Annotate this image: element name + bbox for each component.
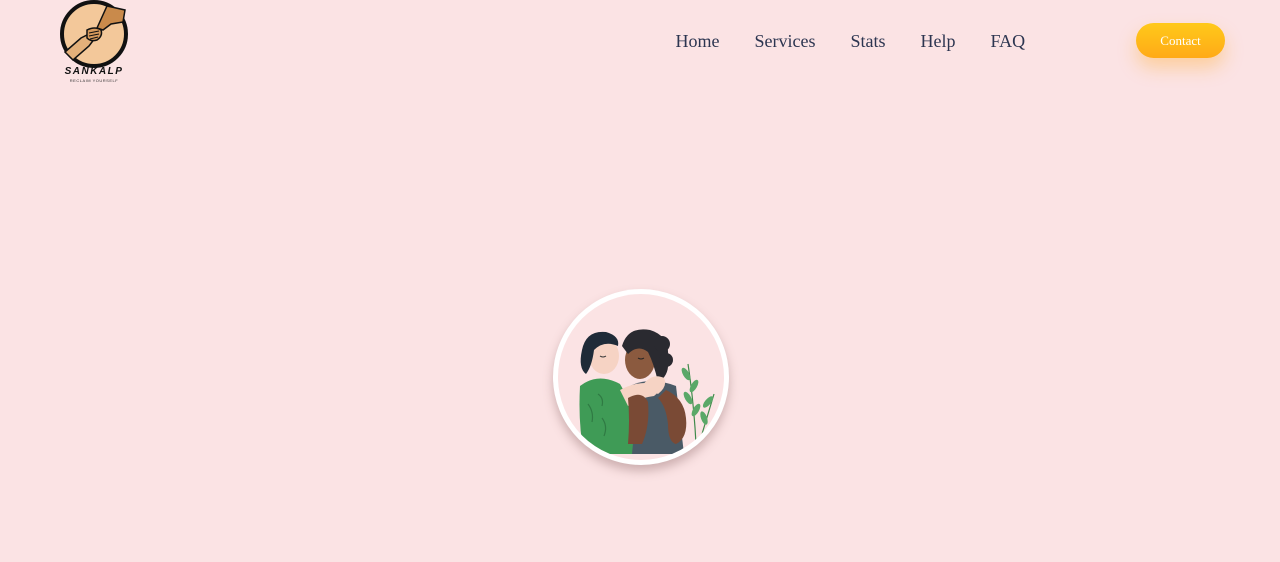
brand-logo[interactable]: SANKALP RECLAIM YOURSELF — [58, 0, 130, 86]
hero-avatar-frame — [553, 289, 729, 465]
hero-avatar — [558, 294, 724, 460]
nav-item-services[interactable]: Services — [737, 29, 833, 53]
helping-hands-logo-icon — [60, 0, 128, 68]
nav-item-faq[interactable]: FAQ — [973, 29, 1043, 53]
nav-item-home[interactable]: Home — [658, 29, 737, 53]
nav-item-stats[interactable]: Stats — [833, 29, 903, 53]
main-nav: Home Services Stats Help FAQ — [658, 29, 1043, 53]
nav-item-help[interactable]: Help — [903, 29, 973, 53]
brand-tagline: RECLAIM YOURSELF — [69, 78, 119, 83]
page: SANKALP RECLAIM YOURSELF Home Services S… — [0, 0, 1280, 562]
brand-name: SANKALP — [64, 66, 124, 77]
contact-button[interactable]: Contact — [1136, 23, 1225, 58]
two-people-hugging-icon — [579, 329, 715, 454]
